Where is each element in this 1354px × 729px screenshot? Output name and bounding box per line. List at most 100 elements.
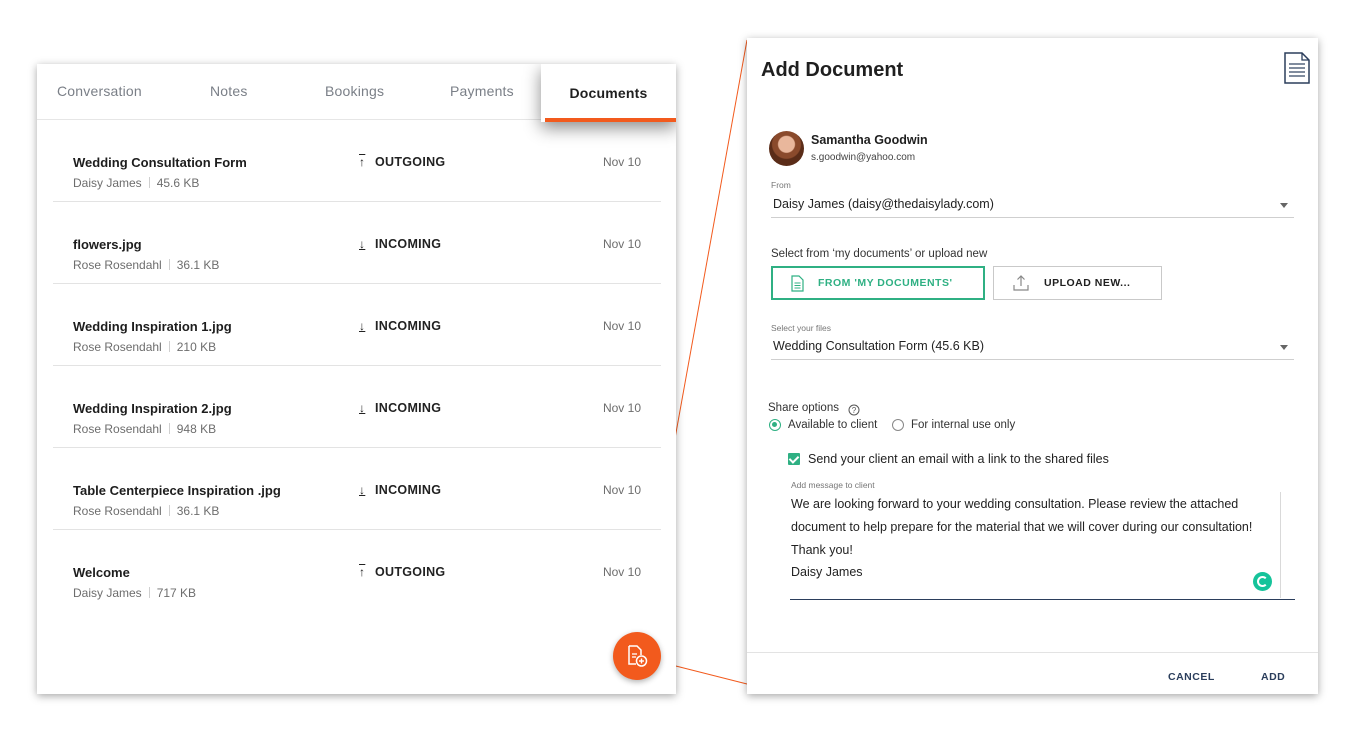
tab-payments[interactable]: Payments — [450, 64, 514, 120]
textarea-scrollbar[interactable] — [1280, 492, 1281, 598]
dialog-footer: CANCEL ADD — [747, 652, 1318, 694]
direction-label: INCOMING — [375, 319, 442, 333]
divider — [168, 423, 170, 434]
document-direction: ↑ OUTGOING — [359, 155, 445, 169]
document-date: Nov 10 — [602, 237, 641, 251]
divider — [148, 177, 150, 188]
document-owner: Daisy James — [73, 176, 142, 190]
divider — [168, 259, 170, 270]
source-prompt: Select from ‘my documents’ or upload new — [771, 248, 988, 260]
checkbox-checked-icon — [788, 453, 800, 465]
client-avatar — [769, 131, 804, 166]
client-panel: Conversation Notes Bookings Payments Doc… — [37, 64, 676, 694]
add-document-button[interactable] — [613, 632, 661, 680]
radio-internal-use[interactable]: For internal use only — [892, 419, 1015, 431]
download-arrow-icon: ↓ — [359, 319, 366, 333]
document-row[interactable]: Wedding Inspiration 1.jpg Rose Rosendahl 2… — [53, 284, 661, 366]
document-direction: ↓ INCOMING — [359, 401, 441, 415]
document-name: Wedding Consultation Form — [73, 155, 247, 170]
from-my-documents-label: FROM 'MY DOCUMENTS' — [818, 277, 953, 289]
document-owner: Rose Rosendahl — [73, 422, 162, 436]
document-row[interactable]: Wedding Consultation Form Daisy James 45.6… — [53, 120, 661, 202]
document-date: Nov 10 — [602, 401, 641, 415]
message-line: We are looking forward to your wedding c… — [791, 497, 1239, 511]
client-email: s.goodwin@yahoo.com — [811, 152, 916, 163]
direction-label: INCOMING — [375, 237, 442, 251]
document-owner: Rose Rosendahl — [73, 258, 162, 272]
message-textarea[interactable]: We are looking forward to your wedding c… — [790, 492, 1295, 600]
document-name: Wedding Inspiration 2.jpg — [73, 401, 232, 416]
upload-new-label: UPLOAD NEW... — [1044, 277, 1131, 289]
tab-conversation[interactable]: Conversation — [57, 64, 142, 120]
from-label: From — [771, 180, 791, 190]
document-owner: Rose Rosendahl — [73, 504, 162, 518]
files-select[interactable]: Wedding Consultation Form (45.6 KB) — [771, 336, 1294, 360]
from-my-documents-button[interactable]: FROM 'MY DOCUMENTS' — [771, 266, 985, 300]
email-client-checkbox[interactable]: Send your client an email with a link to… — [788, 452, 1109, 466]
add-document-icon — [628, 645, 648, 667]
radio-available-to-client[interactable]: Available to client — [769, 419, 877, 431]
direction-label: OUTGOING — [375, 155, 446, 169]
document-date: Nov 10 — [602, 565, 641, 579]
radio-on-icon — [769, 419, 781, 431]
download-arrow-icon: ↓ — [359, 483, 366, 497]
message-label: Add message to client — [791, 480, 875, 490]
document-meta: Rose Rosendahl 36.1 KB — [73, 504, 219, 518]
document-row[interactable]: flowers.jpg Rose Rosendahl 36.1 KB ↓ INCOMIN… — [53, 202, 661, 284]
divider — [168, 341, 170, 352]
upload-icon — [1012, 274, 1030, 292]
document-meta: Rose Rosendahl 948 KB — [73, 422, 216, 436]
document-owner: Daisy James — [73, 586, 142, 600]
radio-internal-label: For internal use only — [911, 419, 1016, 431]
grammarly-icon[interactable] — [1253, 572, 1272, 591]
direction-label: INCOMING — [375, 483, 442, 497]
add-document-dialog: Add Document Samantha Goodwin s.goodwin@… — [747, 38, 1318, 694]
from-select[interactable]: Daisy James (daisy@thedaisylady.com) — [771, 194, 1294, 218]
upload-arrow-icon: ↑ — [359, 565, 366, 579]
email-checkbox-label: Send your client an email with a link to… — [808, 452, 1109, 466]
direction-label: OUTGOING — [375, 565, 446, 579]
radio-client-label: Available to client — [788, 419, 878, 431]
message-line: Daisy James — [791, 565, 863, 579]
document-size: 948 KB — [176, 422, 217, 436]
share-options-label: Share options — [768, 402, 839, 414]
upload-new-button[interactable]: UPLOAD NEW... — [993, 266, 1162, 300]
document-row[interactable]: Wedding Inspiration 2.jpg Rose Rosendahl 9… — [53, 366, 661, 448]
document-meta: Rose Rosendahl 36.1 KB — [73, 258, 219, 272]
document-date: Nov 10 — [602, 155, 641, 169]
files-label: Select your files — [771, 323, 831, 333]
chevron-down-icon — [1280, 345, 1288, 350]
divider — [148, 587, 150, 598]
document-row[interactable]: Welcome Daisy James 717 KB ↑ OUTGOING Nov 10 — [53, 530, 661, 612]
document-icon — [791, 274, 804, 292]
document-direction: ↓ INCOMING — [359, 237, 441, 251]
radio-off-icon — [892, 419, 904, 431]
tab-bookings[interactable]: Bookings — [325, 64, 384, 120]
cancel-button[interactable]: CANCEL — [1168, 671, 1215, 683]
document-size: 45.6 KB — [156, 176, 200, 190]
svg-text:?: ? — [852, 406, 857, 415]
document-direction: ↓ INCOMING — [359, 319, 441, 333]
document-size: 36.1 KB — [176, 504, 220, 518]
divider — [168, 505, 170, 516]
document-row[interactable]: Table Centerpiece Inspiration .jpg Rose R… — [53, 448, 661, 530]
document-name: flowers.jpg — [73, 237, 142, 252]
document-name: Welcome — [73, 565, 130, 580]
document-meta: Daisy James 717 KB — [73, 586, 196, 600]
document-size: 210 KB — [176, 340, 217, 354]
document-size: 717 KB — [156, 586, 197, 600]
document-size: 36.1 KB — [176, 258, 220, 272]
download-arrow-icon: ↓ — [359, 401, 366, 415]
document-date: Nov 10 — [602, 319, 641, 333]
document-meta: Rose Rosendahl 210 KB — [73, 340, 216, 354]
client-name: Samantha Goodwin — [811, 133, 928, 147]
dialog-title: Add Document — [761, 59, 904, 81]
tab-documents[interactable]: Documents — [541, 64, 676, 122]
from-value: Daisy James (daisy@thedaisylady.com) — [773, 197, 994, 211]
tab-notes[interactable]: Notes — [210, 64, 248, 120]
tab-bar: Conversation Notes Bookings Payments Doc… — [37, 64, 676, 122]
upload-arrow-icon: ↑ — [359, 155, 366, 169]
add-button[interactable]: ADD — [1261, 671, 1285, 683]
message-line: document to help prepare for the materia… — [791, 520, 1253, 534]
document-date: Nov 10 — [602, 483, 641, 497]
